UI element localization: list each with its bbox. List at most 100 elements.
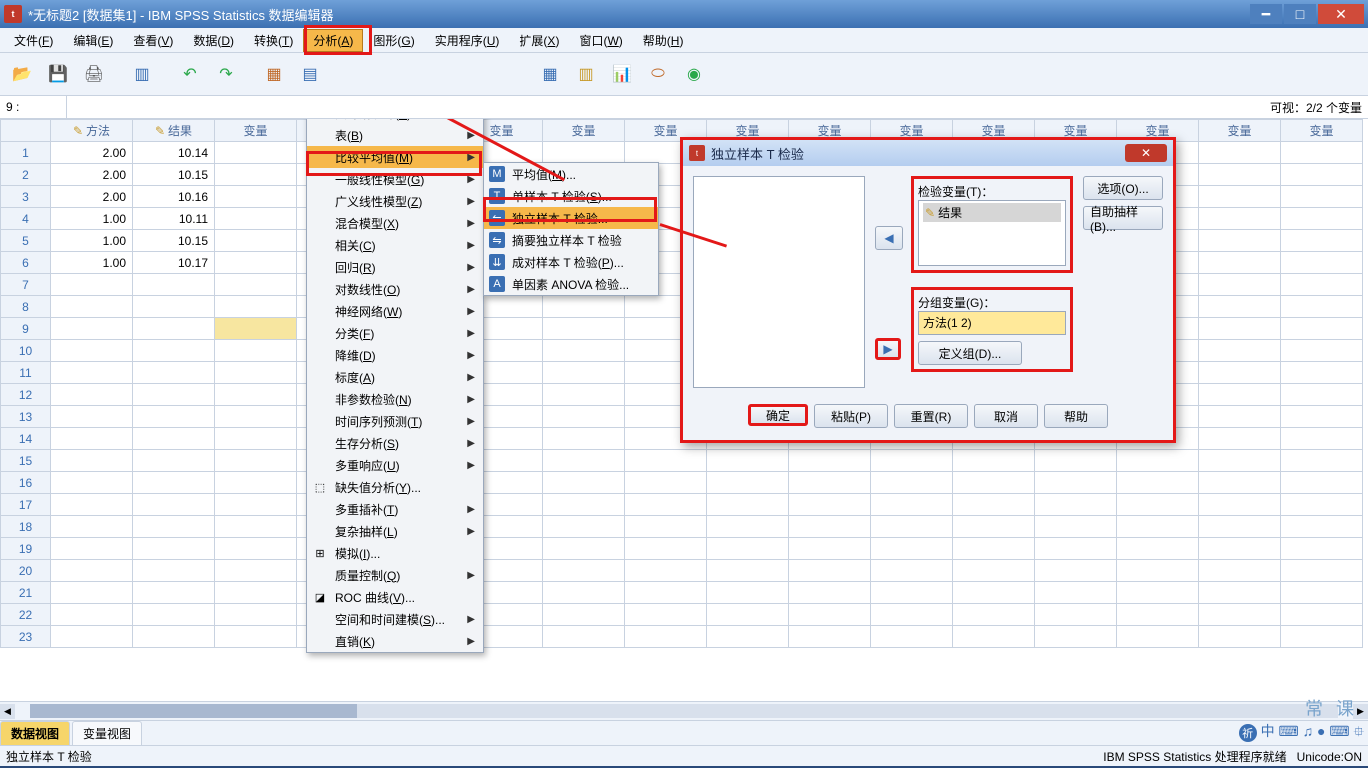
cell[interactable] — [1117, 538, 1199, 560]
cell[interactable] — [1281, 164, 1363, 186]
cell[interactable] — [543, 560, 625, 582]
cell[interactable] — [215, 274, 297, 296]
goto-var-icon[interactable]: ▤ — [294, 58, 326, 90]
cell[interactable] — [1199, 494, 1281, 516]
test-variable-box[interactable]: ✎结果 — [918, 200, 1066, 266]
cell[interactable] — [215, 560, 297, 582]
cell[interactable] — [215, 296, 297, 318]
cell[interactable] — [1199, 274, 1281, 296]
row-header[interactable]: 1 — [1, 142, 51, 164]
column-header[interactable]: ✎方法 — [51, 120, 133, 142]
cell[interactable] — [215, 384, 297, 406]
cell[interactable] — [51, 516, 133, 538]
menu-图形[interactable]: 图形(G) — [363, 29, 424, 52]
row-header[interactable]: 9 — [1, 318, 51, 340]
cell[interactable] — [133, 472, 215, 494]
cell[interactable] — [1281, 406, 1363, 428]
cell[interactable] — [51, 494, 133, 516]
cell[interactable] — [1199, 318, 1281, 340]
cell[interactable] — [789, 494, 871, 516]
cell[interactable] — [51, 384, 133, 406]
cell[interactable] — [133, 296, 215, 318]
cell[interactable] — [953, 626, 1035, 648]
cell[interactable] — [1199, 230, 1281, 252]
cell[interactable] — [953, 538, 1035, 560]
cell[interactable] — [789, 582, 871, 604]
cell[interactable] — [1281, 230, 1363, 252]
cell[interactable] — [543, 472, 625, 494]
analyze-一般线性模型[interactable]: 一般线性模型(G)▶ — [307, 168, 483, 190]
compare-成对样本 T 检验(P)[interactable]: ⇊成对样本 T 检验(P)... — [484, 251, 658, 273]
cell[interactable] — [953, 560, 1035, 582]
cell[interactable] — [543, 296, 625, 318]
cell[interactable] — [1281, 538, 1363, 560]
cell[interactable] — [215, 406, 297, 428]
help-button[interactable]: 帮助 — [1044, 404, 1108, 428]
cell[interactable]: 10.16 — [133, 186, 215, 208]
cell[interactable] — [1117, 516, 1199, 538]
row-header[interactable]: 14 — [1, 428, 51, 450]
cell[interactable] — [1281, 450, 1363, 472]
cell[interactable] — [51, 472, 133, 494]
analyze-对数线性[interactable]: 对数线性(O)▶ — [307, 278, 483, 300]
analyze-相关[interactable]: 相关(C)▶ — [307, 234, 483, 256]
row-header[interactable]: 6 — [1, 252, 51, 274]
cell[interactable] — [51, 428, 133, 450]
cell[interactable] — [215, 428, 297, 450]
ime-icon[interactable]: 中 ⌨ ♫ ● ⌨ ⯐ — [1261, 721, 1364, 745]
cell[interactable] — [1199, 428, 1281, 450]
cell[interactable]: 10.15 — [133, 230, 215, 252]
cell[interactable] — [215, 164, 297, 186]
analyze-标度[interactable]: 标度(A)▶ — [307, 366, 483, 388]
row-header[interactable]: 17 — [1, 494, 51, 516]
ok-button[interactable]: 确定 — [748, 404, 808, 426]
cell[interactable] — [625, 626, 707, 648]
assist-icon[interactable]: 祈 — [1239, 724, 1257, 742]
compare-摘要独立样本 T 检验[interactable]: ⇋摘要独立样本 T 检验 — [484, 229, 658, 251]
cell[interactable] — [1281, 428, 1363, 450]
row-header[interactable]: 2 — [1, 164, 51, 186]
analyze-混合模型[interactable]: 混合模型(X)▶ — [307, 212, 483, 234]
cell[interactable] — [133, 604, 215, 626]
cell[interactable] — [1199, 252, 1281, 274]
tab-variable-view[interactable]: 变量视图 — [72, 721, 142, 745]
close-button[interactable]: ✕ — [1318, 4, 1364, 24]
cell[interactable] — [133, 384, 215, 406]
row-header[interactable]: 15 — [1, 450, 51, 472]
cell[interactable] — [1199, 384, 1281, 406]
cell[interactable] — [1281, 208, 1363, 230]
maximize-button[interactable]: □ — [1284, 4, 1316, 24]
row-header[interactable]: 5 — [1, 230, 51, 252]
cell[interactable]: 10.14 — [133, 142, 215, 164]
cell[interactable] — [1035, 472, 1117, 494]
cell[interactable] — [1281, 560, 1363, 582]
analyze-缺失值分析[interactable]: ⬚缺失值分析(Y)... — [307, 476, 483, 498]
save-icon[interactable]: 💾 — [42, 58, 74, 90]
undo-icon[interactable]: ↶ — [174, 58, 206, 90]
cancel-button[interactable]: 取消 — [974, 404, 1038, 428]
cell[interactable] — [51, 340, 133, 362]
menu-分析[interactable]: 分析(A) — [303, 29, 363, 52]
cell[interactable] — [215, 208, 297, 230]
cell[interactable] — [543, 384, 625, 406]
cell[interactable] — [133, 494, 215, 516]
cell[interactable]: 2.00 — [51, 164, 133, 186]
cell[interactable] — [215, 626, 297, 648]
cell[interactable] — [133, 560, 215, 582]
cell[interactable] — [1117, 626, 1199, 648]
cell[interactable] — [133, 428, 215, 450]
cell[interactable] — [625, 582, 707, 604]
analyze-复杂抽样[interactable]: 复杂抽样(L)▶ — [307, 520, 483, 542]
cell[interactable] — [1117, 582, 1199, 604]
cell[interactable] — [215, 538, 297, 560]
analyze-分类[interactable]: 分类(F)▶ — [307, 322, 483, 344]
cell[interactable] — [871, 494, 953, 516]
compare-独立样本 T 检验[interactable]: ⇋独立样本 T 检验... — [484, 207, 658, 229]
menu-实用程序[interactable]: 实用程序(U) — [425, 29, 510, 52]
analyze-神经网络[interactable]: 神经网络(W)▶ — [307, 300, 483, 322]
row-header[interactable]: 8 — [1, 296, 51, 318]
row-header[interactable]: 23 — [1, 626, 51, 648]
analyze-广义线性模型[interactable]: 广义线性模型(Z)▶ — [307, 190, 483, 212]
row-header[interactable]: 20 — [1, 560, 51, 582]
cell[interactable] — [1281, 274, 1363, 296]
